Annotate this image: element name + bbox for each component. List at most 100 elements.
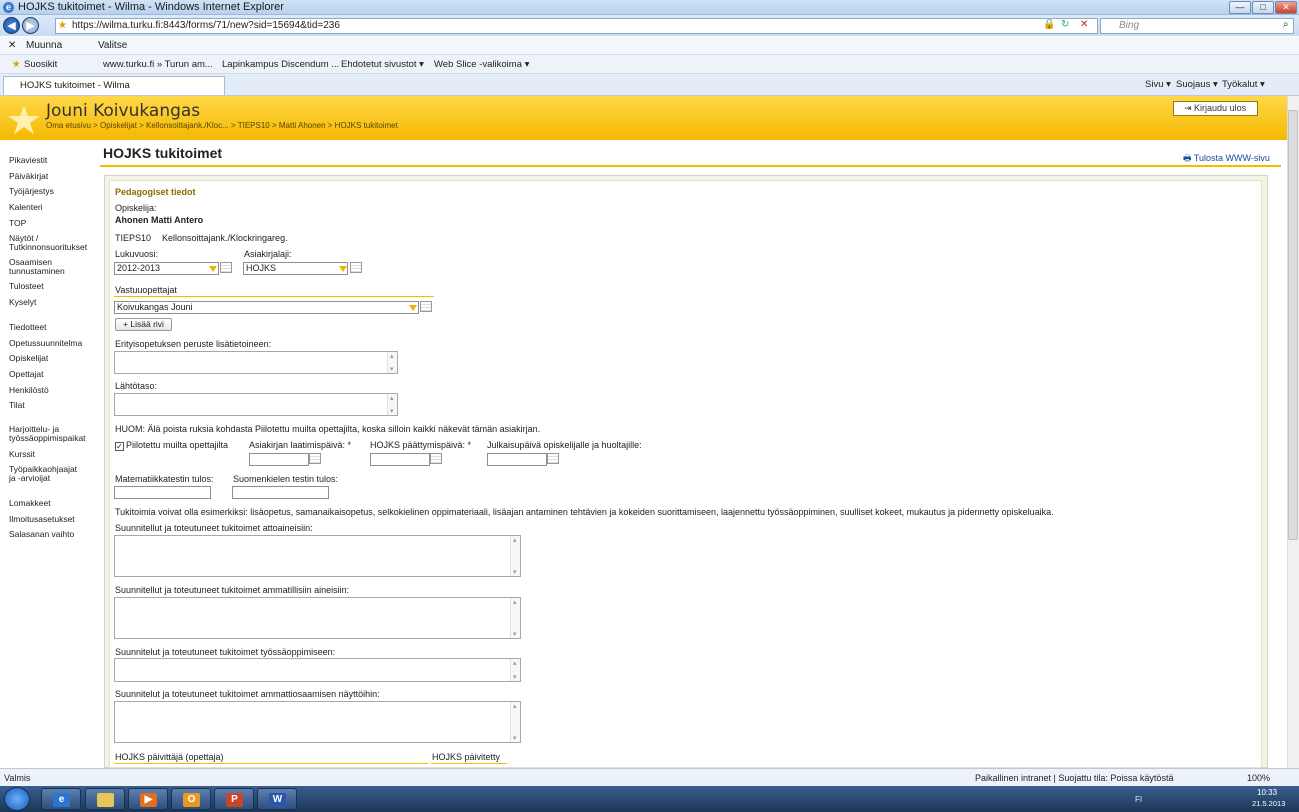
paivitetty-label: HOJKS päivitetty [432, 752, 501, 762]
valitse-button[interactable]: Valitse [98, 40, 127, 51]
sidebar-item-naytot-2[interactable]: Tutkinnonsuoritukset [9, 243, 87, 252]
tab-hojks[interactable]: HOJKS tukitoimet - Wilma [3, 76, 225, 95]
julkaisu-date-input[interactable] [487, 453, 547, 466]
favorite-link-suggested[interactable]: Ehdotetut sivustot ▾ [341, 59, 424, 70]
zone-text[interactable]: Paikallinen intranet | Suojattu tila: Po… [975, 773, 1173, 783]
sidebar-item-top[interactable]: TOP [9, 219, 26, 228]
minimize-button[interactable]: — [1229, 1, 1251, 14]
language-indicator[interactable]: FI [1135, 795, 1142, 804]
asiakirjalaji-label: Asiakirjalaji: [244, 249, 292, 259]
taskbar-explorer[interactable] [85, 788, 125, 810]
sidebar-item-pikaviestit[interactable]: Pikaviestit [9, 156, 47, 165]
sidebar-item-opetussuunnitelma[interactable]: Opetussuunnitelma [9, 339, 82, 348]
close-button[interactable]: ✕ [1275, 1, 1297, 14]
list-icon[interactable] [420, 301, 432, 312]
sidebar-item-opiskelijat[interactable]: Opiskelijat [9, 354, 48, 363]
back-icon[interactable]: ◀ [3, 17, 20, 34]
tyossa-label: Suunnitelut ja toteutuneet tukitoimet ty… [115, 647, 336, 657]
scrollbar-thumb[interactable] [1288, 110, 1298, 540]
mat-input[interactable] [114, 486, 211, 499]
sidebar-item-tiedotteet[interactable]: Tiedotteet [9, 323, 47, 332]
yhteiset-textarea[interactable] [114, 535, 521, 577]
sidebar-item-kyselyt[interactable]: Kyselyt [9, 298, 36, 307]
close-toolbar-icon[interactable]: ✕ [8, 40, 16, 51]
url-input[interactable]: https://wilma.turku.fi:8443/forms/71/new… [55, 18, 1098, 34]
maximize-button[interactable]: □ [1252, 1, 1274, 14]
logout-icon: ⇥ [1184, 103, 1195, 113]
taskbar-powerpoint[interactable]: P [214, 788, 254, 810]
student-label: Opiskelija: [115, 203, 157, 213]
clock-time[interactable]: 10:33 [1257, 788, 1277, 797]
wilma-star-logo-icon [8, 106, 40, 134]
sidebar-item-kalenteri[interactable]: Kalenteri [9, 203, 43, 212]
ammatilliset-label: Suunnitellut ja toteutuneet tukitoimet a… [115, 585, 350, 595]
calendar-icon[interactable] [430, 453, 442, 464]
sidebar-item-tyopaikkaohjaajat-2[interactable]: ja -arvioijat [9, 474, 50, 483]
tukitoimia-text: Tukitoimia voivat olla esimerkiksi: lisä… [115, 507, 1054, 517]
favorite-link-lapinkampus[interactable]: Lapinkampus Discendum ... [222, 59, 339, 70]
asiakirjalaji-select[interactable]: HOJKS [243, 262, 348, 275]
vastuuopettaja-select[interactable]: Koivukangas Jouni [114, 301, 419, 314]
add-row-button[interactable]: + Lisää rivi [115, 318, 172, 331]
logout-button[interactable]: ⇥ Kirjaudu ulos [1173, 101, 1258, 116]
favorite-link-webslice[interactable]: Web Slice -valikoima ▾ [434, 59, 529, 70]
sidebar-item-kurssit[interactable]: Kurssit [9, 450, 35, 459]
forward-icon[interactable]: ▶ [22, 17, 39, 34]
lock-icon[interactable]: 🔒 [1043, 19, 1055, 30]
tools-menu[interactable]: Työkalut ▾ [1222, 79, 1265, 90]
sidebar-item-paivakirjat[interactable]: Päiväkirjat [9, 172, 48, 181]
stop-icon[interactable]: ✕ [1080, 19, 1088, 30]
taskbar-ie[interactable]: e [41, 788, 81, 810]
window-title: HOJKS tukitoimet - Wilma - Windows Inter… [18, 1, 284, 13]
search-input[interactable]: Bing [1100, 18, 1294, 34]
lukuvuosi-label: Lukuvuosi: [115, 249, 159, 259]
list-icon[interactable] [220, 262, 232, 273]
search-icon[interactable]: ⌕ [1283, 19, 1289, 30]
erityis-label: Erityisopetuksen peruste lisätietoineen: [115, 339, 272, 349]
safety-menu[interactable]: Suojaus ▾ [1176, 79, 1218, 90]
calendar-icon[interactable] [309, 453, 321, 464]
erityis-textarea[interactable] [114, 351, 398, 374]
chevron-down-icon[interactable] [339, 266, 347, 272]
muunna-button[interactable]: Muunna [26, 40, 62, 51]
start-button[interactable] [4, 787, 30, 811]
sidebar-item-harjoittelu-2[interactable]: työssäoppimispaikat [9, 434, 86, 443]
sidebar-item-osaamisen-2[interactable]: tunnustaminen [9, 267, 65, 276]
ie-icon: e [53, 793, 70, 807]
sidebar-item-tilat[interactable]: Tilat [9, 401, 25, 410]
list-icon[interactable] [350, 262, 362, 273]
taskbar-word[interactable]: W [257, 788, 297, 810]
sidebar-item-lomakkeet[interactable]: Lomakkeet [9, 499, 51, 508]
taskbar-outlook[interactable]: O [171, 788, 211, 810]
tyossa-textarea[interactable] [114, 658, 521, 682]
calendar-icon[interactable] [547, 453, 559, 464]
sidebar-item-salasana[interactable]: Salasanan vaihto [9, 530, 74, 539]
sidebar-item-henkilosto[interactable]: Henkilöstö [9, 386, 49, 395]
taskbar-media[interactable]: ▶ [128, 788, 168, 810]
sidebar-item-opettajat[interactable]: Opettajat [9, 370, 44, 379]
refresh-icon[interactable]: ↻ [1061, 19, 1069, 30]
lahtotaso-textarea[interactable] [114, 393, 398, 416]
zoom-level[interactable]: 100% [1247, 773, 1270, 783]
mat-label: Matematiikkatestin tulos: [115, 474, 214, 484]
paattymis-date-input[interactable] [370, 453, 430, 466]
chevron-down-icon[interactable] [209, 266, 217, 272]
hidden-checkbox[interactable]: ✓ [115, 442, 124, 451]
favorites-button[interactable]: Suosikit [24, 59, 57, 70]
ie-logo-icon: e [3, 2, 14, 13]
suomi-input[interactable] [232, 486, 329, 499]
naytot-textarea[interactable] [114, 701, 521, 743]
breadcrumb[interactable]: Oma etusivu > Opiskelijat > Kellonsoitta… [46, 121, 398, 130]
sidebar-item-ilmoitusasetukset[interactable]: Ilmoitusasetukset [9, 515, 75, 524]
sidebar-item-tulosteet[interactable]: Tulosteet [9, 282, 44, 291]
window-titlebar: e HOJKS tukitoimet - Wilma - Windows Int… [0, 0, 1299, 15]
clock-date[interactable]: 21.5.2013 [1252, 799, 1285, 808]
chevron-down-icon[interactable] [409, 305, 417, 311]
ammatilliset-textarea[interactable] [114, 597, 521, 639]
favorite-star-icon[interactable]: ★ [58, 20, 67, 31]
page-menu[interactable]: Sivu ▾ [1145, 79, 1171, 90]
sidebar-item-tyojarjestys[interactable]: Työjärjestys [9, 187, 54, 196]
lukuvuosi-select[interactable]: 2012-2013 [114, 262, 219, 275]
favorite-link-turku[interactable]: www.turku.fi » Turun am... [103, 59, 213, 70]
laatimis-date-input[interactable] [249, 453, 309, 466]
